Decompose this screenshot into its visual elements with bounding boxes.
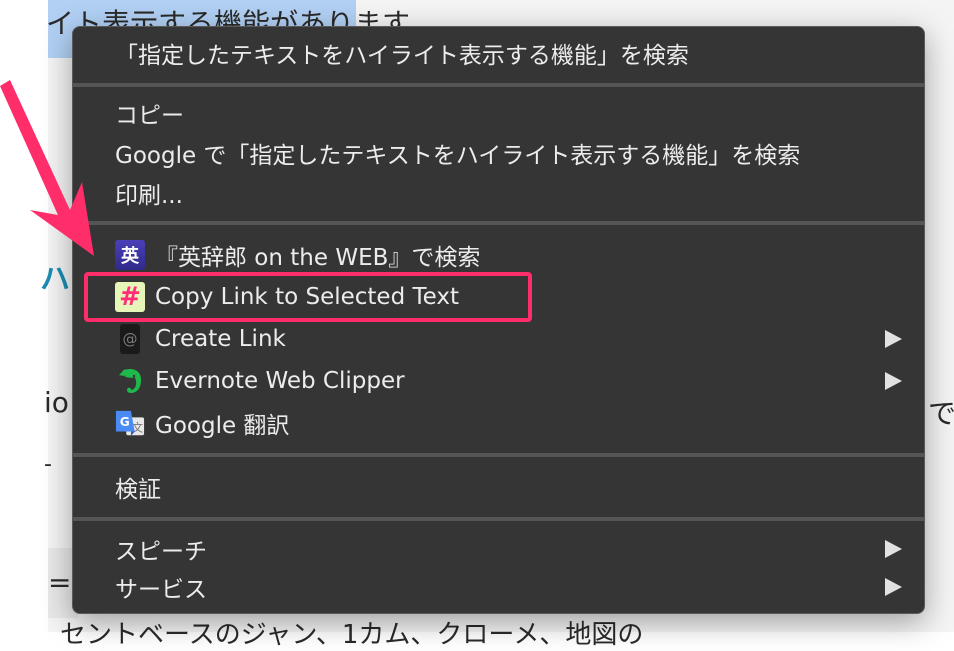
menu-item-services[interactable]: サービス — [73, 567, 924, 607]
menu-separator — [73, 221, 924, 225]
submenu-arrow-icon — [885, 540, 902, 558]
submenu-arrow-icon — [885, 330, 902, 348]
menu-separator — [73, 453, 924, 457]
menu-item-search-selection[interactable]: 「指定したテキストをハイライト表示する機能」を検索 — [73, 33, 924, 73]
menu-item-label: サービス — [115, 577, 207, 603]
annotation-highlight-box — [84, 272, 532, 322]
menu-item-label: 検証 — [115, 477, 161, 503]
menu-separator — [73, 517, 924, 521]
menu-item-inspect[interactable]: 検証 — [73, 467, 924, 507]
evernote-icon — [115, 366, 145, 396]
menu-item-label: Google で「指定したテキストをハイライト表示する機能」を検索 — [115, 143, 801, 169]
menu-item-print[interactable]: 印刷... — [73, 173, 924, 213]
menu-item-evernote-web-clipper[interactable]: Evernote Web Clipper — [73, 361, 924, 401]
submenu-arrow-icon — [885, 578, 902, 596]
menu-item-copy[interactable]: コピー — [73, 93, 924, 133]
menu-item-eijiro-search[interactable]: 英 『英辞郎 on the WEB』で検索 — [73, 235, 924, 275]
menu-item-label: コピー — [115, 103, 184, 129]
menu-item-google-search[interactable]: Google で「指定したテキストをハイライト表示する機能」を検索 — [73, 133, 924, 173]
page-text-fragment-right: で — [928, 397, 954, 430]
menu-item-label: Google 翻訳 — [155, 413, 290, 439]
menu-separator — [73, 83, 924, 87]
menu-item-label: 印刷... — [115, 183, 183, 209]
menu-item-label: Evernote Web Clipper — [155, 368, 405, 394]
menu-item-label: 「指定したテキストをハイライト表示する機能」を検索 — [115, 43, 689, 69]
page-text-fragment: io — [44, 386, 69, 419]
submenu-arrow-icon — [885, 372, 902, 390]
menu-item-create-link[interactable]: @ Create Link — [73, 319, 924, 359]
menu-item-label: Create Link — [155, 326, 286, 352]
menu-item-speech[interactable]: スピーチ — [73, 529, 924, 569]
page-text-fragment: - — [44, 452, 52, 477]
menu-item-label: 『英辞郎 on the WEB』で検索 — [155, 245, 481, 271]
svg-text:G: G — [120, 415, 130, 429]
menu-item-label: スピーチ — [115, 539, 207, 565]
create-link-icon: @ — [120, 324, 140, 354]
annotation-arrow-icon — [0, 80, 94, 256]
page-text-fragment-bottom: セントベースのジャン、1カム、クローメ、地図の — [60, 620, 644, 650]
google-translate-icon: 文 G — [115, 408, 145, 438]
menu-item-google-translate[interactable]: 文 G Google 翻訳 — [73, 403, 924, 443]
